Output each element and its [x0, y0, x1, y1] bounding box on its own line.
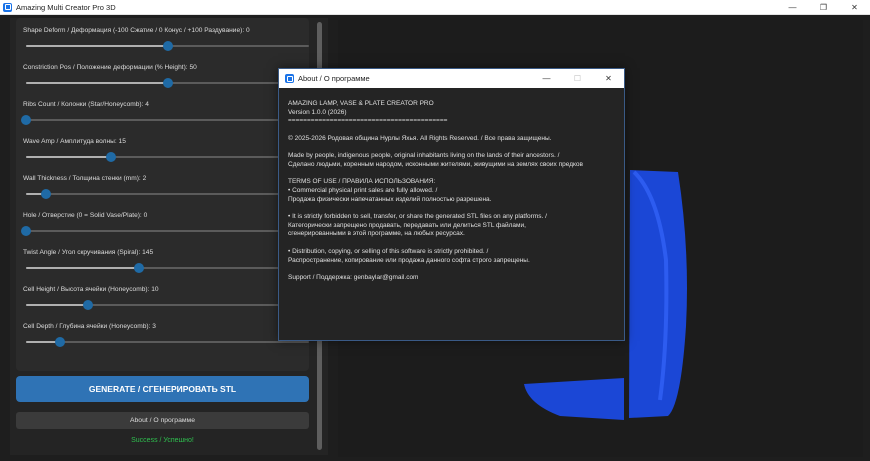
about-text-line: [288, 204, 618, 213]
about-text-line: • Commercial physical print sales are fu…: [288, 186, 438, 194]
parameter-slider[interactable]: [26, 189, 309, 199]
about-text-line: ========================================…: [288, 117, 448, 125]
parameter-slider[interactable]: [26, 41, 309, 51]
parameter-slider[interactable]: [26, 300, 309, 310]
about-text-line: Продажа физически напечатанных изделий п…: [288, 195, 492, 203]
vase-model-bottom-edge: [524, 378, 624, 420]
parameter-label: Wall Thickness / Толщина стенки (mm): 2: [23, 175, 147, 182]
about-text-line: [288, 126, 618, 135]
slider-handle[interactable]: [21, 226, 31, 236]
slider-fill: [26, 156, 111, 158]
about-dialog-titlebar: About / О программе — ☐ ✕: [279, 69, 624, 88]
about-text-line: • It is strictly forbidden to sell, tran…: [288, 213, 547, 221]
parameter-row: Wall Thickness / Толщина стенки (mm): 2: [16, 175, 309, 211]
parameter-slider[interactable]: [26, 78, 309, 88]
parameter-row: Wave Amp / Амплитуда волны: 15: [16, 138, 309, 174]
parameter-row: Cell Depth / Глубина ячейки (Honeycomb):…: [16, 323, 309, 359]
slider-handle[interactable]: [54, 337, 65, 347]
parameter-label: Wave Amp / Амплитуда волны: 15: [23, 138, 126, 145]
about-text-line: Сделано людьми, коренным народом, исконн…: [288, 160, 583, 168]
slider-track[interactable]: [26, 230, 309, 232]
parameter-row: [16, 18, 309, 26]
generate-stl-button[interactable]: GENERATE / СГЕНЕРИРОВАТЬ STL: [16, 376, 309, 402]
slider-handle[interactable]: [134, 263, 145, 273]
dialog-maximize-button: ☐: [573, 74, 582, 83]
slider-fill: [26, 45, 168, 47]
about-text-line: [288, 265, 618, 274]
parameter-row: Shape Deform / Деформация (-100 Сжатие /…: [16, 27, 309, 63]
maximize-button[interactable]: ❐: [808, 0, 839, 14]
about-text-line: AMAZING LAMP, VASE & PLATE CREATOR PRO: [288, 100, 434, 107]
parameter-row: Cell Height / Высота ячейки (Honeycomb):…: [16, 286, 309, 322]
slider-fill: [26, 267, 140, 269]
parameter-label: Cell Height / Высота ячейки (Honeycomb):…: [23, 286, 159, 293]
parameter-slider[interactable]: [21, 226, 309, 236]
parameter-label: Hole / Отверстие (0 = Solid Vase/Plate):…: [23, 212, 148, 219]
parameter-row: Hole / Отверстие (0 = Solid Vase/Plate):…: [16, 212, 309, 248]
about-button[interactable]: About / О программе: [16, 412, 309, 429]
about-text-line: Version 1.0.0 (2026): [288, 108, 347, 116]
parameter-row: Twist Angle / Угол скручивания (Spiral):…: [16, 249, 309, 285]
dialog-close-button[interactable]: ✕: [593, 69, 624, 88]
slider-handle[interactable]: [83, 300, 94, 310]
app-icon: [285, 74, 294, 83]
parameter-slider[interactable]: [26, 152, 309, 162]
about-text-line: Распространение, копирование или продажа…: [288, 256, 530, 264]
dialog-title: About / О программе: [298, 74, 370, 83]
parameter-label: Shape Deform / Деформация (-100 Сжатие /…: [23, 27, 250, 34]
slider-handle[interactable]: [162, 78, 173, 88]
vase-model-right-edge: [629, 170, 687, 418]
about-text: AMAZING LAMP, VASE & PLATE CREATOR PRO Ve…: [288, 100, 618, 283]
about-text-line: [288, 144, 618, 153]
parameter-slider[interactable]: [26, 263, 309, 273]
close-button[interactable]: ✕: [839, 0, 870, 14]
parameters-scroll-area[interactable]: Shape Deform / Деформация (-100 Сжатие /…: [16, 18, 309, 371]
parameter-label: Cell Depth / Глубина ячейки (Honeycomb):…: [23, 323, 156, 330]
slider-fill: [26, 82, 168, 84]
slider-track[interactable]: [26, 119, 309, 121]
parameter-row: Ribs Count / Колонки (Star/Honeycomb): 4: [16, 101, 309, 137]
parameter-label: Ribs Count / Колонки (Star/Honeycomb): 4: [23, 101, 149, 108]
slider-fill: [26, 304, 89, 306]
dialog-minimize-button[interactable]: —: [531, 69, 562, 88]
parameter-row: Constriction Pos / Положение деформации …: [16, 64, 309, 100]
slider-handle[interactable]: [162, 41, 173, 51]
slider-handle[interactable]: [40, 189, 51, 199]
window-title: Amazing Multi Creator Pro 3D: [16, 2, 116, 12]
app-titlebar: Amazing Multi Creator Pro 3D — ❐ ✕: [0, 0, 870, 15]
slider-handle[interactable]: [21, 115, 31, 125]
status-text: Success / Успешно!: [131, 437, 194, 444]
about-dialog: About / О программе — ☐ ✕ AMAZING LAMP, …: [278, 68, 625, 341]
about-text-line: © 2025-2026 Родовая община Нурлы Яхья. A…: [288, 134, 552, 142]
about-text-line: [288, 239, 618, 248]
slider-handle[interactable]: [105, 152, 116, 162]
about-text-line: Made by people, indigenous people, origi…: [288, 152, 560, 160]
about-text-line: TERMS OF USE / ПРАВИЛА ИСПОЛЬЗОВАНИЯ:: [288, 178, 436, 186]
parameter-label: Constriction Pos / Положение деформации …: [23, 64, 197, 71]
about-text-line: Support / Поддержка: genbaylar@gmail.com: [288, 273, 419, 281]
about-text-line: сгенерированными в этой программе, на лю…: [288, 230, 465, 238]
minimize-button[interactable]: —: [777, 0, 808, 14]
parameter-slider[interactable]: [26, 337, 309, 347]
slider-track[interactable]: [26, 193, 309, 195]
about-text-line: • Distribution, copying, or selling of t…: [288, 247, 489, 255]
app-icon: [3, 2, 12, 12]
parameter-label: Twist Angle / Угол скручивания (Spiral):…: [23, 249, 154, 256]
slider-track[interactable]: [26, 341, 309, 343]
about-text-line: [288, 170, 618, 179]
parameter-slider[interactable]: [21, 115, 309, 125]
